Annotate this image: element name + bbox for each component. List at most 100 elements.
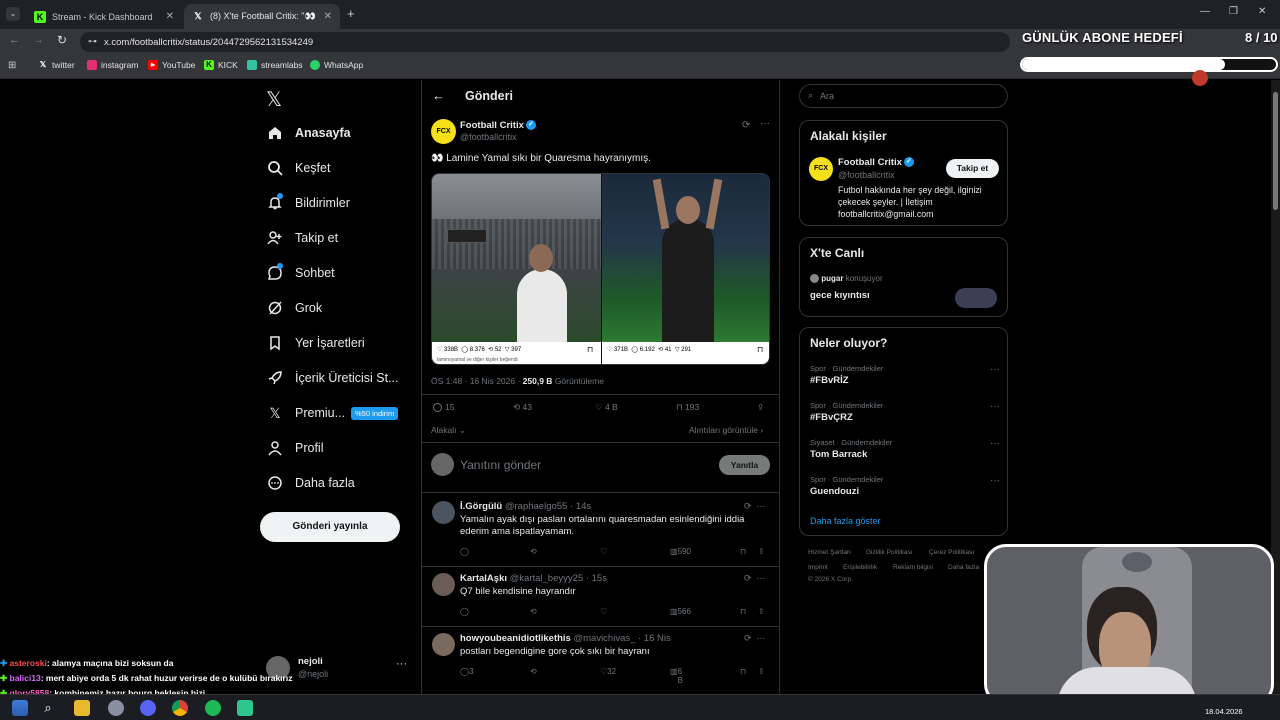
show-more-link[interactable]: Daha fazla göster [810, 516, 881, 526]
trend-item[interactable]: Siyaset · Gündemdekiler Tom Barrack ··· [810, 438, 1000, 460]
bookmark-button[interactable]: ⊓ 193 [676, 402, 699, 413]
nav-profile[interactable]: Profil [266, 436, 323, 460]
live-participants[interactable] [955, 288, 997, 308]
x-logo-icon[interactable]: 𝕏 [266, 87, 282, 112]
reply-input[interactable]: Yanıtını gönder [460, 458, 541, 472]
forward-icon[interactable]: → [33, 34, 44, 46]
chrome-icon[interactable] [172, 700, 188, 716]
view-quotes-link[interactable]: Alıntıları görüntüle › [689, 425, 763, 435]
minimize-button[interactable]: — [1200, 6, 1210, 17]
sort-dropdown[interactable]: Alakalı ⌄ [431, 425, 466, 436]
views-icon[interactable]: ▥ 566 [670, 607, 691, 616]
nav-bookmarks[interactable]: Yer İşaretleri [266, 331, 365, 355]
reply-icon[interactable]: ◯ 3 [460, 667, 473, 676]
repost-button[interactable]: ⟲ 43 [513, 402, 532, 413]
heart-icon[interactable]: ♡ [600, 547, 607, 556]
relevant-name[interactable]: Football Critix ✓ [838, 157, 914, 168]
bookmark-icon[interactable]: ⊓ [740, 667, 746, 676]
footer-link[interactable]: Reklam bilgisi [893, 564, 933, 571]
close-icon[interactable]: ✕ [166, 11, 174, 22]
spotify-icon[interactable] [205, 700, 221, 716]
address-bar[interactable]: ⊶ x.com/footballcritix/status/2044729562… [80, 32, 1010, 52]
post-media[interactable]: ♡ 338B ◯ 8.376 ⟲ 52 ▽ 397 ⊓ laminoyamal … [431, 173, 770, 365]
reply-more-icon[interactable]: ⟳ ··· [744, 633, 766, 644]
new-tab-button[interactable]: + [347, 6, 355, 21]
trend-item[interactable]: Spor · Gündemdekiler #FBvÇRZ ··· [810, 401, 1000, 423]
author-avatar[interactable]: FCX [431, 119, 456, 144]
nav-home[interactable]: Anasayfa [266, 121, 351, 145]
app-icon[interactable] [108, 700, 124, 716]
bookmark-whatsapp[interactable]: WhatsApp [310, 60, 363, 70]
window-close-button[interactable]: ✕ [1258, 6, 1266, 17]
file-explorer-icon[interactable] [74, 700, 90, 716]
trend-item[interactable]: Spor · Gündemdekiler #FBvRİZ ··· [810, 364, 1000, 386]
obs-icon[interactable] [237, 700, 253, 716]
search-input[interactable]: ⌕ Ara [799, 84, 1008, 108]
media-image-right[interactable] [602, 174, 769, 342]
tab-x-post[interactable]: 𝕏 (8) X'te Football Critix: "👀 Lam ✕ [184, 4, 340, 29]
bookmark-instagram[interactable]: instagram [87, 60, 138, 70]
post-button[interactable]: Gönderi yayınla [260, 512, 400, 542]
reply-icon[interactable]: ◯ [460, 547, 469, 556]
reply-submit-button[interactable]: Yanıtla [719, 455, 770, 475]
reply-item[interactable]: howyoubeanidiotlikethis @mavichivas_ · 1… [422, 633, 779, 685]
bookmark-youtube[interactable]: ▸ YouTube [148, 60, 195, 70]
site-info-icon[interactable]: ⊶ [88, 36, 97, 47]
live-title[interactable]: gece kıyıntısı [810, 290, 870, 301]
reply-icon[interactable]: ◯ [460, 607, 469, 616]
reply-item[interactable]: KartalAşkı @kartal_beyyy25 · 15s ⟳ ··· Q… [422, 573, 779, 623]
views-icon[interactable]: ▥ 590 [670, 547, 691, 556]
discord-icon[interactable] [140, 700, 156, 716]
tab-kick-dashboard[interactable]: K Stream - Kick Dashboard ✕ [26, 4, 182, 29]
footer-link[interactable]: Gizlilik Politikası [866, 549, 913, 556]
repost-icon[interactable]: ⟲ [530, 667, 537, 676]
footer-link[interactable]: Erişilebilirlik [843, 564, 877, 571]
nav-follow[interactable]: Takip et [266, 226, 338, 250]
bookmark-icon[interactable]: ⊓ [740, 607, 746, 616]
author-avatar[interactable]: FCX [809, 157, 833, 181]
search-icon[interactable]: ⌕ [40, 700, 56, 716]
like-button[interactable]: ♡ 4 B [595, 402, 618, 413]
back-icon[interactable]: ← [9, 34, 20, 46]
media-image-left[interactable] [432, 174, 601, 342]
reply-more-icon[interactable]: ⟳ ··· [744, 573, 766, 584]
reload-icon[interactable]: ↻ [57, 33, 67, 47]
post-more-icon[interactable]: ··· [760, 118, 770, 129]
bookmark-streamlabs[interactable]: streamlabs [247, 60, 303, 70]
share-icon[interactable]: ⇪ [757, 402, 764, 413]
reply-button[interactable]: 15 [433, 402, 454, 413]
nav-more[interactable]: Daha fazla [266, 471, 355, 495]
follow-button[interactable]: Takip et [946, 159, 999, 178]
restore-button[interactable]: ❐ [1229, 6, 1238, 17]
grok-analyze-icon[interactable]: ⟳ [742, 120, 750, 131]
reply-more-icon[interactable]: ⟳ ··· [744, 501, 766, 512]
footer-link[interactable]: Imprint [808, 564, 828, 571]
nav-creator-studio[interactable]: İçerik Üreticisi St... [266, 366, 399, 390]
back-arrow-icon[interactable]: ← [432, 88, 445, 103]
tab-search-button[interactable]: ⌄ [6, 7, 20, 21]
scrollbar-thumb[interactable] [1273, 92, 1278, 210]
close-icon[interactable]: ✕ [324, 11, 332, 22]
apps-icon[interactable]: ⊞ [8, 60, 16, 71]
share-icon[interactable]: ⇪ [758, 547, 765, 556]
footer-link[interactable]: Daha fazla [948, 564, 979, 571]
trend-item[interactable]: Spor · Gündemdekiler Guendouzi ··· [810, 475, 1000, 497]
heart-icon[interactable]: ♡ [600, 607, 607, 616]
bookmark-icon[interactable]: ⊓ [740, 547, 746, 556]
bookmark-kick[interactable]: K KICK [204, 60, 238, 70]
footer-link[interactable]: Hizmet Şartları [808, 549, 851, 556]
reply-item[interactable]: İ.Görgülü @raphaelgo55 · 14s ⟳ ··· Yamal… [422, 501, 779, 561]
repost-icon[interactable]: ⟲ [530, 607, 537, 616]
author-name-row[interactable]: Football Critix ✓ [460, 120, 536, 131]
nav-explore[interactable]: Keşfet [266, 156, 330, 180]
windows-start-icon[interactable] [12, 700, 28, 716]
repost-icon[interactable]: ⟲ [530, 547, 537, 556]
footer-link[interactable]: Çerez Politikası [929, 549, 974, 556]
share-icon[interactable]: ⇪ [758, 667, 765, 676]
views-icon[interactable]: ▥ 6 B [670, 667, 683, 685]
nav-grok[interactable]: Grok [266, 296, 322, 320]
heart-icon[interactable]: ♡ 32 [600, 667, 616, 676]
bookmark-twitter[interactable]: 𝕏twitter [38, 60, 75, 70]
share-icon[interactable]: ⇪ [758, 607, 765, 616]
nav-premium[interactable]: 𝕏 Premiu... %50 indirim [266, 401, 399, 425]
